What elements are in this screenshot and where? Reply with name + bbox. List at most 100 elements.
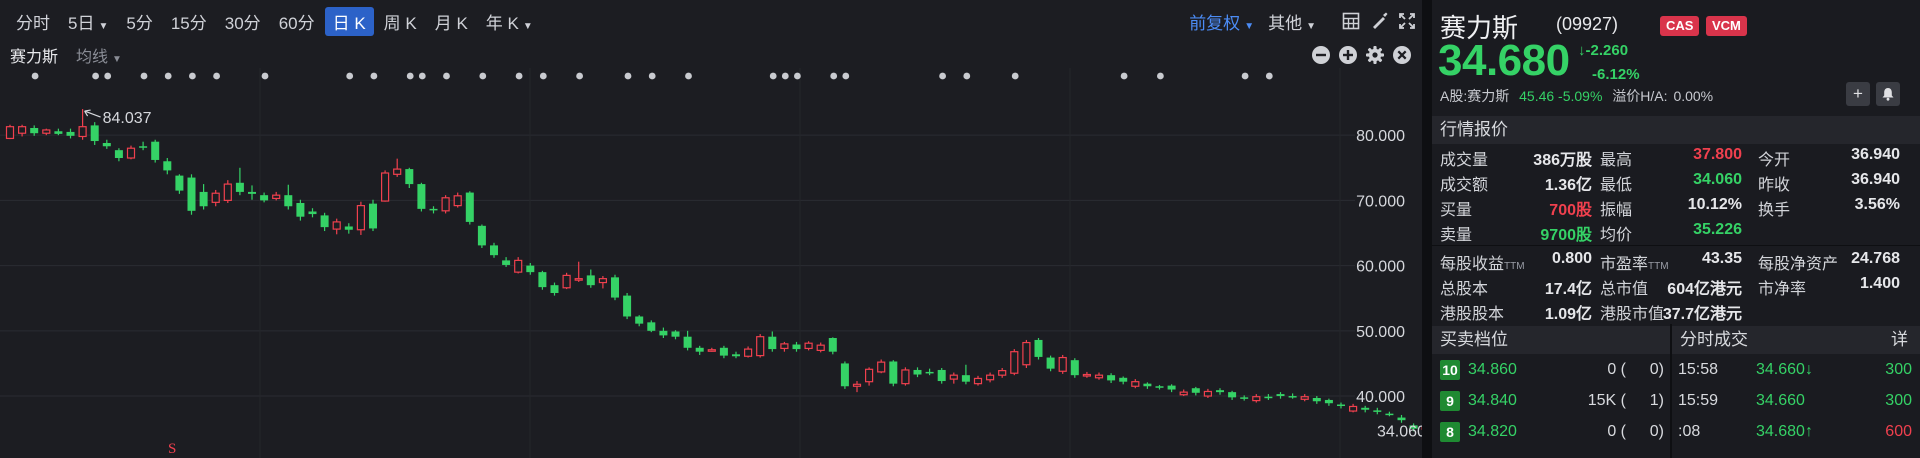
candle[interactable] — [816, 342, 825, 353]
event-marker-dot[interactable] — [261, 72, 269, 80]
alert-button[interactable] — [1876, 82, 1900, 106]
candle[interactable] — [780, 341, 789, 352]
event-marker-dot[interactable] — [213, 72, 221, 80]
candle[interactable] — [925, 368, 934, 376]
candle[interactable] — [272, 191, 281, 201]
trade-marker-s[interactable]: S — [168, 441, 176, 457]
event-marker-dot[interactable] — [830, 72, 838, 80]
period-tab[interactable]: 5分 — [118, 7, 160, 36]
candle[interactable] — [223, 180, 232, 203]
minus-icon[interactable] — [1311, 45, 1331, 65]
event-marker-dot[interactable] — [31, 72, 39, 80]
candle[interactable] — [248, 185, 256, 200]
event-marker-dot[interactable] — [685, 72, 692, 80]
candlestick-chart[interactable]: 80.000 70.000 60.000 50.000 40.000 84.037 34.0… — [0, 68, 1422, 458]
candle[interactable] — [417, 182, 426, 212]
candle[interactable] — [1300, 394, 1309, 402]
candle[interactable] — [1107, 373, 1116, 383]
candle[interactable] — [526, 263, 535, 275]
close-icon[interactable] — [1392, 45, 1412, 65]
event-marker-dot[interactable] — [1157, 72, 1164, 80]
period-tab[interactable]: 15分 — [163, 7, 215, 36]
candle[interactable] — [635, 315, 644, 327]
candle[interactable] — [562, 272, 571, 290]
adjust-dropdown[interactable]: 前复权 ▼ — [1189, 9, 1254, 34]
period-tab[interactable]: 分时 — [8, 7, 58, 36]
event-marker-dot[interactable] — [515, 72, 523, 80]
candle[interactable] — [623, 293, 632, 320]
candle[interactable] — [151, 139, 160, 163]
candle[interactable] — [102, 139, 111, 149]
fullscreen-icon[interactable] — [1394, 8, 1420, 34]
other-dropdown[interactable]: 其他 ▼ — [1268, 9, 1316, 34]
candle[interactable] — [1155, 384, 1164, 390]
event-marker-dot[interactable] — [406, 72, 414, 80]
candle[interactable] — [514, 257, 523, 274]
candle[interactable] — [441, 195, 450, 214]
candle[interactable] — [211, 189, 220, 207]
event-marker-dot[interactable] — [370, 72, 378, 80]
candle[interactable] — [296, 199, 305, 221]
candle[interactable] — [1373, 407, 1382, 415]
event-marker-dot[interactable] — [794, 72, 801, 80]
candle[interactable] — [538, 270, 547, 290]
candle[interactable] — [550, 282, 559, 296]
event-marker-dot[interactable] — [539, 72, 547, 80]
candle[interactable] — [840, 361, 849, 389]
event-marker-dot[interactable] — [140, 72, 148, 80]
candle[interactable] — [1276, 392, 1285, 399]
period-tab[interactable]: 日 K — [324, 6, 374, 36]
candle[interactable] — [1094, 372, 1104, 380]
candle[interactable] — [344, 223, 353, 234]
ticks-detail-link[interactable]: 详 — [1891, 326, 1908, 354]
candle[interactable] — [1228, 390, 1237, 400]
candle[interactable] — [1385, 411, 1394, 417]
event-marker-dot[interactable] — [1011, 72, 1019, 80]
candle[interactable] — [1337, 402, 1345, 409]
order-book-row[interactable]: 9 34.840 15K (1) — [1432, 387, 1670, 417]
event-marker-dot[interactable] — [418, 72, 426, 80]
candle[interactable] — [66, 128, 75, 139]
candle[interactable] — [598, 276, 608, 289]
candle[interactable] — [139, 141, 148, 151]
grid-icon[interactable] — [1338, 8, 1364, 34]
event-marker-dot[interactable] — [963, 72, 971, 80]
candle[interactable] — [78, 109, 87, 140]
period-tab[interactable]: 年 K ▼ — [478, 7, 541, 36]
event-marker-dot[interactable] — [939, 72, 946, 80]
candle[interactable] — [852, 381, 862, 393]
candle[interactable] — [1203, 388, 1213, 398]
candle[interactable] — [732, 351, 740, 359]
event-marker-dot[interactable] — [781, 72, 789, 80]
candle[interactable] — [405, 167, 414, 188]
period-tab[interactable]: 月 K — [427, 7, 476, 36]
event-marker-dot[interactable] — [479, 72, 487, 80]
candle[interactable] — [126, 145, 136, 160]
candle[interactable] — [586, 269, 595, 288]
main-indicator-tab[interactable]: 赛力斯 — [10, 43, 58, 67]
candle[interactable] — [1034, 338, 1043, 360]
candle[interactable] — [1179, 389, 1188, 397]
candle[interactable] — [1191, 386, 1200, 396]
candle[interactable] — [30, 125, 39, 136]
candle[interactable] — [235, 167, 244, 196]
candle[interactable] — [356, 201, 365, 235]
candle[interactable] — [163, 158, 172, 175]
candle[interactable] — [1216, 388, 1224, 395]
candle[interactable] — [175, 174, 184, 194]
event-marker-dot[interactable] — [576, 72, 583, 80]
candle[interactable] — [683, 330, 692, 351]
candle[interactable] — [949, 372, 958, 384]
plus-icon[interactable] — [1338, 45, 1358, 65]
candle[interactable] — [1082, 371, 1092, 378]
candle[interactable] — [381, 170, 390, 202]
candle[interactable] — [961, 364, 970, 385]
candle[interactable] — [54, 128, 63, 136]
candle[interactable] — [743, 346, 753, 358]
candle[interactable] — [199, 184, 208, 210]
candle[interactable] — [611, 274, 619, 301]
candle[interactable] — [477, 224, 486, 248]
event-marker-dot[interactable] — [443, 72, 450, 80]
candle[interactable] — [998, 368, 1007, 378]
event-marker-dot[interactable] — [104, 72, 112, 80]
